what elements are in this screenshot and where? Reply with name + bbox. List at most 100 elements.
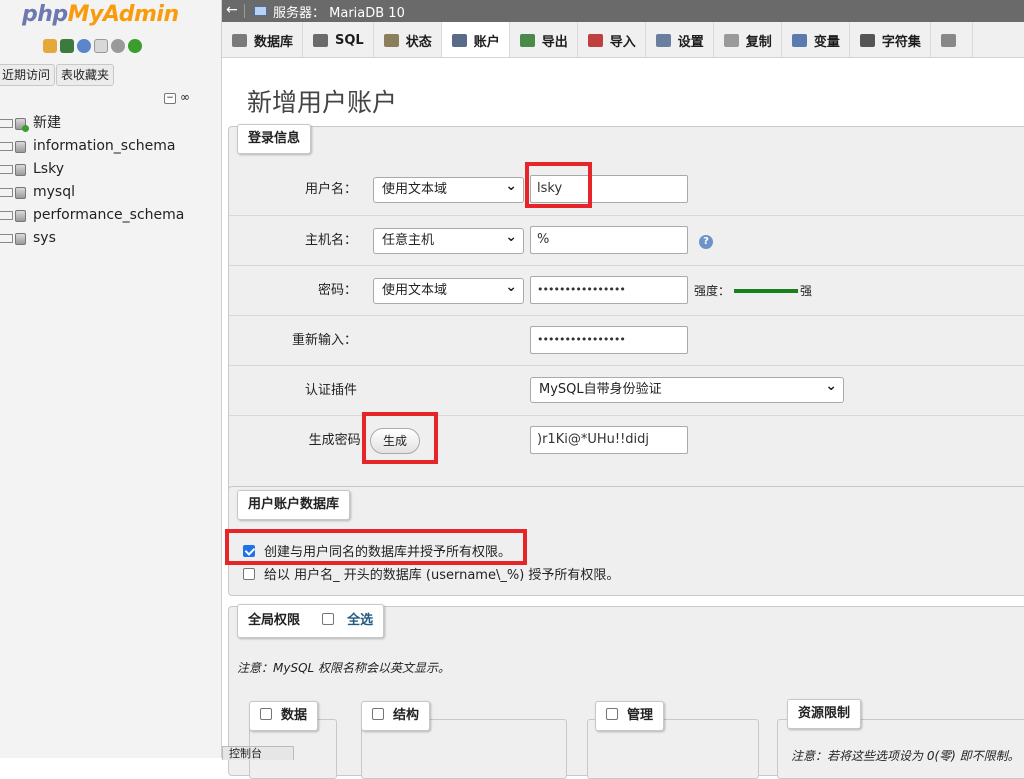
grant-prefix-label: 给以 用户名_ 开头的数据库 (username\_%) 授予所有权限。: [264, 568, 620, 583]
tree-item-label[interactable]: information_schema: [33, 135, 176, 158]
tab-users[interactable]: 账户: [441, 22, 510, 57]
highlight-box: [525, 162, 592, 208]
tree-item-label[interactable]: mysql: [33, 181, 75, 204]
console-label: 控制台: [229, 747, 262, 760]
username-row: 用户名： 使用文本域 lsky: [229, 165, 1024, 215]
tab-charset[interactable]: 字符集: [850, 22, 931, 57]
grant-prefix-checkbox[interactable]: [243, 567, 255, 580]
charset-icon: [859, 33, 875, 47]
tab-label: 字符集: [881, 34, 921, 50]
tab-variables[interactable]: 变量: [782, 22, 850, 57]
password-row: 密码： 使用文本域 •••••••••••••••• 强度： 强: [229, 265, 1024, 315]
tab-engine[interactable]: [931, 22, 973, 57]
breadcrumb-server[interactable]: 服务器： MariaDB 10: [273, 2, 405, 21]
tree-item-label[interactable]: Lsky: [33, 158, 64, 181]
database-icon: [232, 33, 247, 47]
admin-label: 管理: [627, 708, 654, 723]
tab-sql[interactable]: SQL: [303, 22, 374, 57]
main-content: 新增用户账户 登录信息 用户名： 使用文本域 lsky 主机名： 任意主机 % …: [225, 58, 1024, 779]
help-icon[interactable]: ?: [699, 235, 713, 249]
generated-password-input[interactable]: )r1Ki@*UHu!!didj: [530, 426, 688, 454]
navigation-panel: phpMyAdmin 近期访问 表收藏夹 − ∞ 新建 information_s…: [0, 0, 222, 758]
global-privileges-legend: 全局权限 全选: [237, 604, 385, 638]
auth-plugin-select[interactable]: MySQL自带身份验证: [530, 374, 844, 403]
data-label: 数据: [281, 708, 308, 723]
auth-plugin-row: 认证插件 MySQL自带身份验证: [229, 365, 1024, 415]
username-label: 用户名：: [304, 182, 357, 197]
tree-item-label[interactable]: performance_schema: [33, 204, 184, 227]
docs-icon[interactable]: [94, 39, 108, 53]
retype-password-input[interactable]: ••••••••••••••••: [530, 326, 688, 354]
login-info-fieldset: 登录信息 用户名： 使用文本域 lsky 主机名： 任意主机 % ? 密码： 使…: [228, 124, 1024, 532]
expand-icon[interactable]: [0, 119, 13, 128]
settings-icon[interactable]: [111, 39, 125, 53]
logo-text-myadmin: MyAdmin: [67, 2, 179, 27]
tree-item-label[interactable]: sys: [33, 227, 56, 250]
password-type-select[interactable]: 使用文本域: [373, 275, 524, 304]
reload-icon[interactable]: [128, 39, 142, 53]
tab-status[interactable]: 状态: [374, 22, 442, 57]
data-checkbox[interactable]: [260, 708, 272, 720]
tree-item-label[interactable]: 新建: [33, 112, 61, 135]
privilege-group-structure-legend: 结构: [361, 701, 431, 731]
breadcrumb-bar: ← 服务器： MariaDB 10: [222, 0, 1024, 22]
collapse-all-icon[interactable]: −: [164, 93, 176, 104]
host-label: 主机名：: [304, 233, 357, 248]
retype-row: 重新输入： ••••••••••••••••: [229, 315, 1024, 365]
username-type-select[interactable]: 使用文本域: [373, 174, 524, 203]
tab-wrench[interactable]: 设置: [646, 22, 714, 57]
global-privileges-fieldset: 全局权限 全选 注意：MySQL 权限名称会以英文显示。 数据 结构 管理 资源…: [228, 604, 1024, 779]
help-icon[interactable]: [77, 39, 91, 53]
tab-import[interactable]: 导入: [578, 22, 646, 57]
generate-label: 生成密码:: [308, 433, 365, 448]
retype-label: 重新输入：: [291, 333, 357, 348]
strength-meter: [734, 289, 798, 293]
tree-item-database[interactable]: information_schema: [0, 135, 184, 158]
home-icon[interactable]: [43, 39, 57, 53]
import-icon: [587, 33, 603, 47]
admin-checkbox[interactable]: [606, 708, 618, 720]
tab-export[interactable]: 导出: [510, 22, 578, 57]
tab-label: 状态: [405, 34, 432, 50]
tab-label: 变量: [813, 34, 840, 50]
status-icon: [383, 33, 399, 47]
logo-text-php: php: [22, 2, 68, 27]
nav-tab-recent[interactable]: 近期访问: [0, 64, 56, 86]
expand-icon[interactable]: [0, 142, 13, 151]
tab-label: 账户: [473, 34, 500, 50]
tree-item-new[interactable]: 新建: [0, 112, 184, 135]
sql-icon: [313, 33, 329, 47]
main-tabs: 数据库 SQL 状态 账户 导出 导入 设置 复制 变量 字符集: [222, 22, 1024, 58]
select-all-checkbox[interactable]: [321, 613, 334, 625]
expand-icon[interactable]: [0, 234, 13, 243]
host-type-select[interactable]: 任意主机: [373, 225, 524, 254]
structure-checkbox[interactable]: [372, 708, 384, 720]
nav-tab-favorites[interactable]: 表收藏夹: [56, 64, 115, 86]
replication-icon: [723, 33, 739, 47]
expand-icon[interactable]: [0, 211, 13, 220]
phpmyadmin-logo[interactable]: phpMyAdmin: [22, 2, 179, 27]
collapse-nav-icon[interactable]: ←: [226, 0, 238, 20]
tree-item-database[interactable]: mysql: [0, 181, 184, 204]
password-input[interactable]: ••••••••••••••••: [530, 276, 688, 304]
database-icon: [15, 140, 26, 153]
expand-icon[interactable]: [0, 165, 13, 174]
tree-item-database[interactable]: sys: [0, 227, 184, 250]
auth-plugin-label: 认证插件: [304, 383, 357, 398]
select-all-link[interactable]: 全选: [347, 613, 373, 628]
tree-item-database[interactable]: Lsky: [0, 158, 184, 181]
expand-icon[interactable]: [0, 188, 13, 197]
grant-prefix-option[interactable]: 给以 用户名_ 开头的数据库 (username\_%) 授予所有权限。: [243, 564, 619, 583]
host-row: 主机名： 任意主机 % ?: [229, 215, 1024, 265]
privileges-note: 注意：MySQL 权限名称会以英文显示。: [237, 661, 451, 675]
tree-item-database[interactable]: performance_schema: [0, 204, 184, 227]
nav-icon-bar: [43, 39, 142, 53]
password-label: 密码：: [317, 283, 357, 298]
link-icon[interactable]: ∞: [179, 91, 191, 104]
tab-database[interactable]: 数据库: [222, 22, 304, 57]
host-input[interactable]: %: [530, 226, 688, 254]
tab-replication[interactable]: 复制: [714, 22, 782, 57]
highlight-box: [225, 529, 527, 565]
user-database-legend: 用户账户数据库: [237, 490, 351, 520]
logout-icon[interactable]: [60, 39, 74, 53]
